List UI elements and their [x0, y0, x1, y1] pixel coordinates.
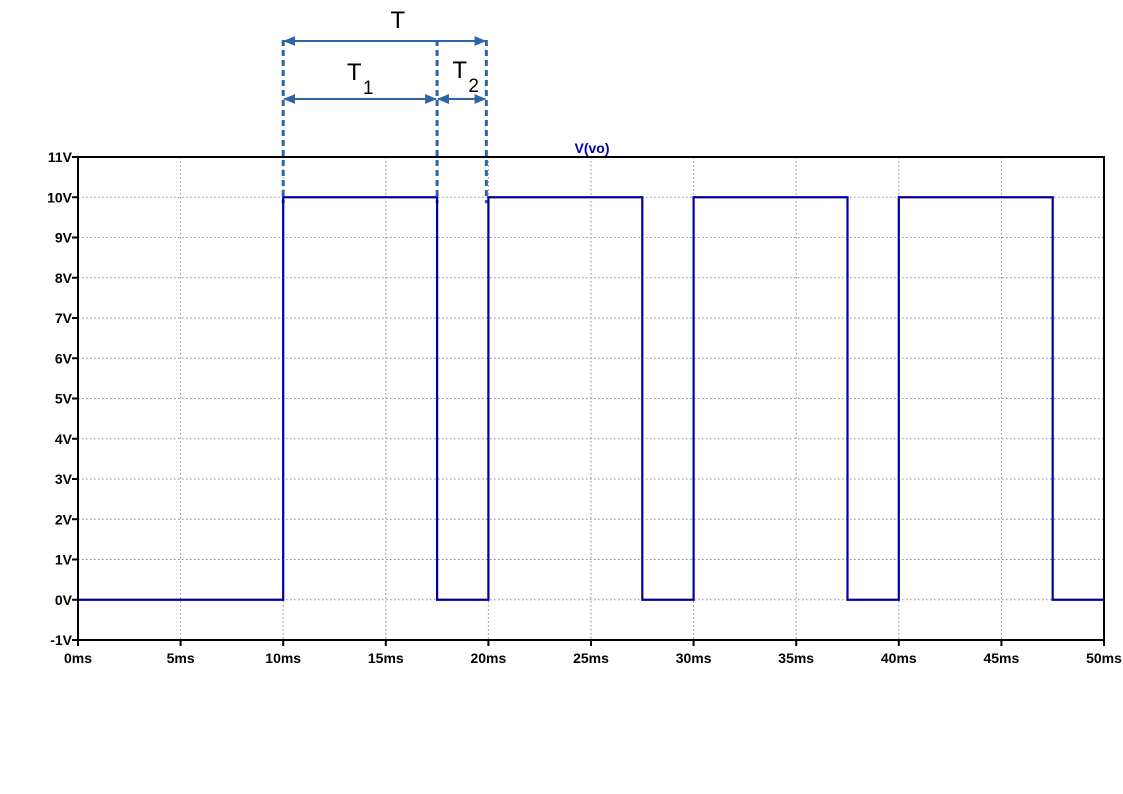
y-tick-label: 5V	[55, 391, 73, 407]
waveform-chart: 0ms 5ms 10ms 15ms 20ms 25ms 30ms 35ms 40ms 45ms 50…	[47, 7, 1122, 666]
x-tick-label: 0ms	[64, 650, 92, 666]
x-tick-label: 50ms	[1086, 650, 1122, 666]
y-tick-label: -1V	[50, 632, 72, 648]
x-tick-label: 5ms	[167, 650, 195, 666]
y-tick-label: 0V	[55, 592, 73, 608]
period-T1-label: T	[347, 59, 362, 86]
y-tick-label: 2V	[55, 511, 73, 527]
y-tick-label: 3V	[55, 471, 73, 487]
y-tick-label: 7V	[55, 310, 73, 326]
tick-marks	[72, 156, 1105, 646]
x-tick-label: 45ms	[983, 650, 1019, 666]
period-T2-label: T	[452, 57, 467, 84]
y-tick-label: 8V	[55, 270, 73, 286]
period-T2-subscript: 2	[468, 76, 479, 97]
y-tick-label: 1V	[55, 552, 73, 568]
x-tick-label: 40ms	[881, 650, 917, 666]
y-tick-label: 11V	[48, 149, 73, 165]
x-tick-label: 35ms	[778, 650, 814, 666]
x-tick-label: 10ms	[265, 650, 301, 666]
x-tick-label: 25ms	[573, 650, 609, 666]
x-tick-label: 30ms	[676, 650, 712, 666]
y-tick-labels: -1V 0V 1V 2V 3V 4V 5V 6V 7V 8V 9V 10V 11V	[47, 149, 73, 648]
trace-label: V(vo)	[575, 140, 610, 156]
x-tick-labels: 0ms 5ms 10ms 15ms 20ms 25ms 30ms 35ms 40ms 45ms 50…	[64, 650, 1122, 666]
period-T-label: T	[390, 7, 405, 34]
y-tick-label: 10V	[47, 189, 73, 205]
y-tick-label: 9V	[55, 230, 73, 246]
y-tick-label: 6V	[55, 350, 73, 366]
period-T1-subscript: 1	[363, 78, 374, 99]
x-tick-label: 15ms	[368, 650, 404, 666]
annotation-labels: TT1T2	[347, 7, 479, 99]
grid-lines	[78, 157, 1104, 640]
x-tick-label: 20ms	[470, 650, 506, 666]
y-tick-label: 4V	[55, 431, 73, 447]
